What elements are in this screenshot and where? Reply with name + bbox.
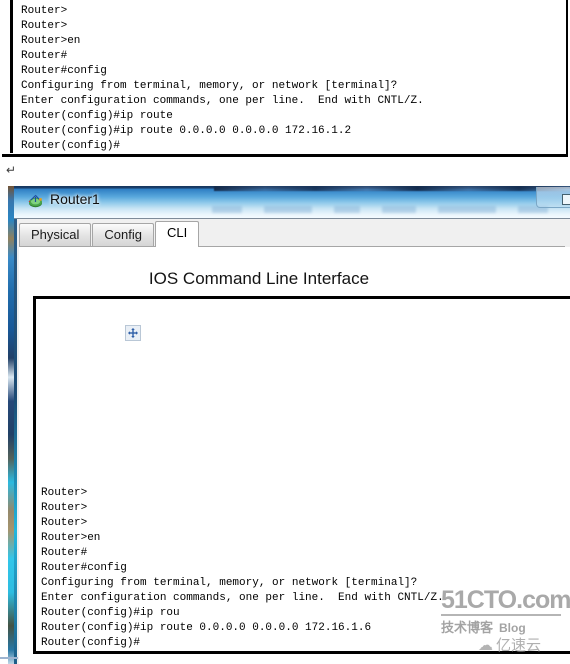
cli-line: Router>	[21, 20, 68, 32]
cli-line: Router>	[41, 487, 88, 499]
glass-blurred-menubar	[212, 204, 562, 214]
window-controls-group[interactable]	[536, 187, 570, 208]
router-device-icon	[28, 194, 42, 208]
router1-device-window: Router1 Physical Config CLI IOS Command …	[14, 186, 570, 664]
cli-line: Enter configuration commands, one per li…	[21, 95, 424, 107]
cli-line: Router#	[21, 50, 68, 62]
cli-line: Router>	[41, 517, 88, 529]
cli-terminal-output[interactable]: Router> Router> Router> Router>en Router…	[33, 296, 570, 654]
tab-config[interactable]: Config	[92, 223, 154, 247]
cli-line: Router(config)#	[41, 637, 141, 649]
window-left-accent-edge	[14, 219, 17, 664]
cli-line: Router>en	[41, 532, 101, 544]
tab-cli[interactable]: CLI	[155, 221, 200, 247]
cli-line: Router#config	[21, 65, 107, 77]
cli-line: Router(config)#ip route 0.0.0.0 0.0.0.0 …	[21, 125, 352, 137]
cli-line: Router>	[41, 502, 88, 514]
cli-line: Enter configuration commands, one per li…	[41, 592, 444, 604]
cli-line: Configuring from terminal, memory, or ne…	[41, 577, 418, 589]
document-underline-artifact	[0, 657, 18, 659]
cli-line: Router#	[41, 547, 88, 559]
paragraph-mark-icon: ↵	[6, 163, 17, 177]
glass-blur-strip	[214, 186, 570, 191]
cli-line: Router(config)#ip route	[21, 110, 173, 122]
cli-output-lines: Router> Router> Router> Router>en Router…	[41, 486, 570, 651]
panel-heading: IOS Command Line Interface	[148, 269, 370, 288]
cli-line: Router(config)#ip route 0.0.0.0 0.0.0.0 …	[41, 622, 372, 634]
window-title: Router1	[50, 191, 100, 207]
cli-line: Router>en	[21, 35, 81, 47]
top-transcript-lines: Router> Router> Router>en Router# Router…	[21, 4, 561, 154]
tab-physical[interactable]: Physical	[19, 223, 92, 247]
top-cli-transcript-image: Router> Router> Router>en Router# Router…	[2, 0, 568, 157]
cli-line: Router(config)#ip rou	[41, 607, 180, 619]
window-body: Physical Config CLI IOS Command Line Int…	[14, 218, 570, 664]
device-tab-strip[interactable]: Physical Config CLI	[19, 221, 200, 247]
window-restore-button[interactable]	[562, 194, 570, 205]
move-cursor-icon	[125, 325, 141, 341]
cli-line: Router(config)#	[21, 140, 121, 152]
cli-line: Configuring from terminal, memory, or ne…	[21, 80, 398, 92]
cli-line: Router>	[21, 5, 68, 17]
cli-line: Router#config	[41, 562, 127, 574]
window-title-bar[interactable]: Router1	[14, 186, 570, 218]
cli-tab-panel: IOS Command Line Interface Router> Route…	[19, 247, 570, 664]
top-transcript-left-border	[10, 0, 13, 153]
